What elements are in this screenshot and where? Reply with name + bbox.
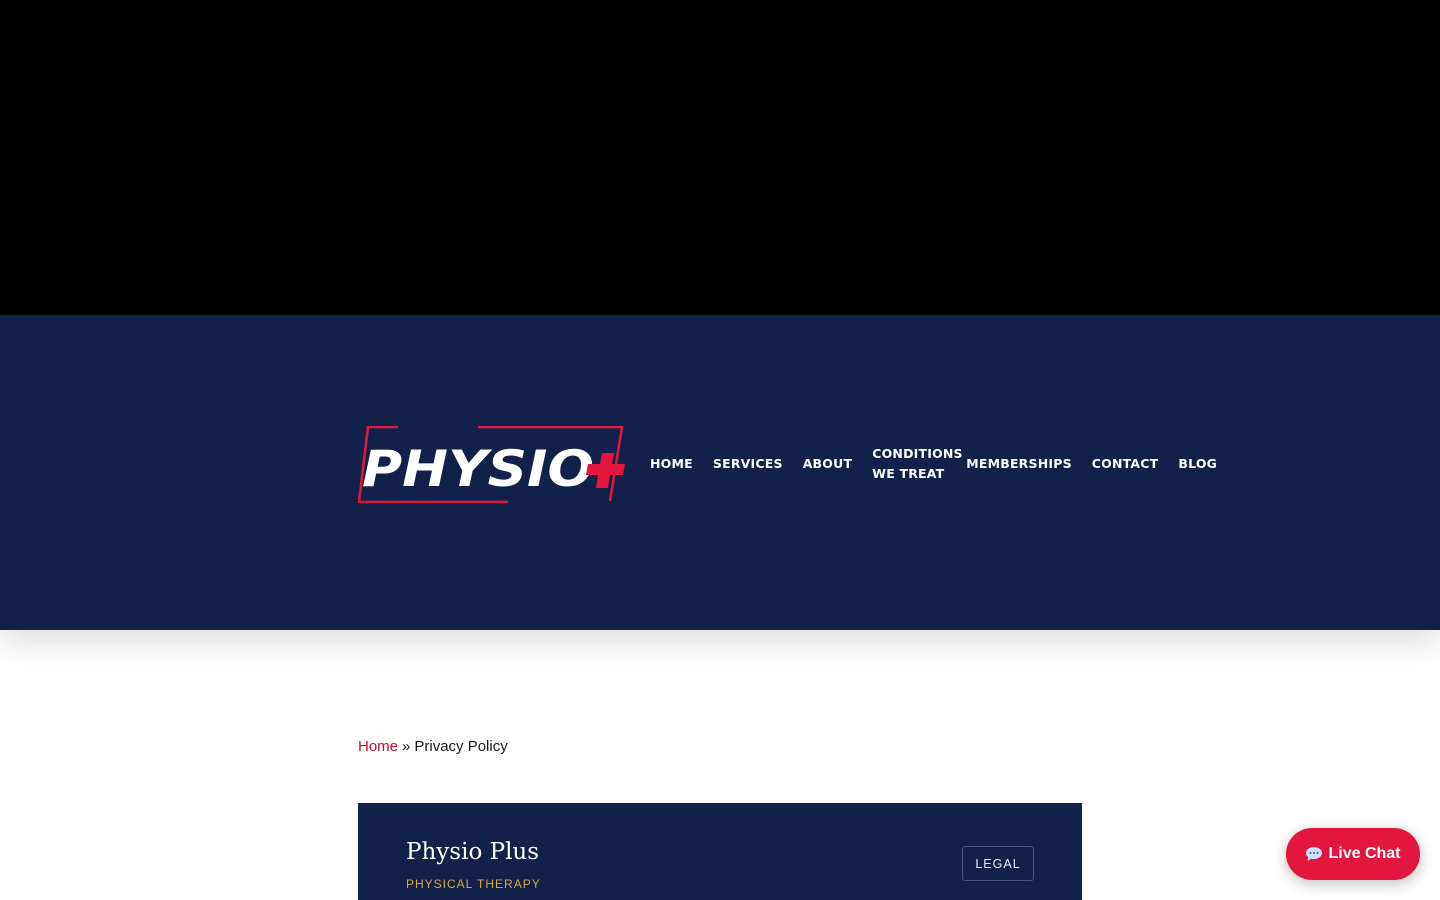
logo-wordmark: PHYSIO xyxy=(362,440,594,498)
category-badge[interactable]: LEGAL xyxy=(962,846,1034,881)
breadcrumb: Home» Privacy Policy xyxy=(358,737,508,757)
nav-services[interactable]: SERVICES xyxy=(713,454,783,474)
nav-home[interactable]: HOME xyxy=(650,454,693,474)
nav-about[interactable]: ABOUT xyxy=(803,454,853,474)
chat-bubble-icon xyxy=(1306,847,1323,861)
nav-blog[interactable]: BLOG xyxy=(1178,454,1217,474)
main-nav: HOME SERVICES ABOUT CONDITIONS WE TREAT … xyxy=(650,444,1217,484)
card-subtitle: PHYSICAL THERAPY xyxy=(406,877,541,891)
breadcrumb-separator: » xyxy=(402,738,411,755)
nav-memberships[interactable]: MEMBERSHIPS xyxy=(966,454,1072,474)
live-chat-button[interactable]: Live Chat xyxy=(1286,828,1420,880)
top-dark-banner xyxy=(0,0,1440,315)
card-title: Physio Plus xyxy=(406,839,540,865)
live-chat-label: Live Chat xyxy=(1328,845,1401,862)
nav-conditions-we-treat[interactable]: CONDITIONS WE TREAT xyxy=(872,444,962,484)
site-logo[interactable]: PHYSIO xyxy=(358,426,626,503)
post-header-card: Physio Plus PHYSICAL THERAPY LEGAL xyxy=(358,803,1082,900)
physio-plus-logo: PHYSIO xyxy=(358,426,625,503)
breadcrumb-current: Privacy Policy xyxy=(414,738,508,755)
nav-contact[interactable]: CONTACT xyxy=(1092,454,1159,474)
breadcrumb-home-link[interactable]: Home xyxy=(358,738,398,755)
